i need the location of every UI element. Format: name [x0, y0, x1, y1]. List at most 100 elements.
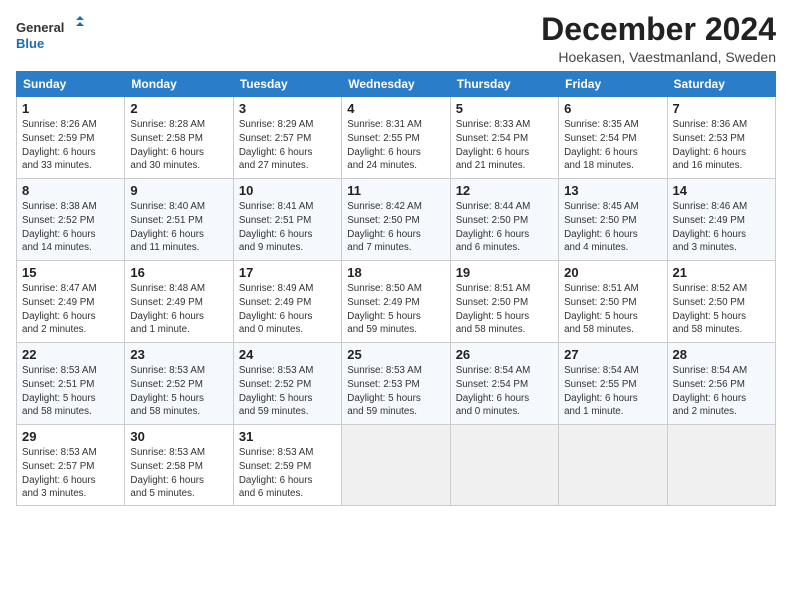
calendar-cell: 12 Sunrise: 8:44 AM Sunset: 2:50 PM Dayli… — [450, 179, 558, 261]
logo: General Blue — [16, 16, 86, 54]
day-info: Sunrise: 8:38 AM Sunset: 2:52 PM Dayligh… — [22, 200, 119, 255]
day-number: 9 — [130, 183, 227, 198]
day-info: Sunrise: 8:40 AM Sunset: 2:51 PM Dayligh… — [130, 200, 227, 255]
day-number: 16 — [130, 265, 227, 280]
day-info: Sunrise: 8:29 AM Sunset: 2:57 PM Dayligh… — [239, 118, 336, 173]
page: General Blue December 2024 Hoekasen, Vae… — [0, 0, 792, 514]
day-number: 29 — [22, 429, 119, 444]
calendar-cell: 7Sunrise: 8:36 AM Sunset: 2:53 PM Daylig… — [667, 97, 775, 179]
svg-text:General: General — [16, 20, 64, 35]
day-info: Sunrise: 8:33 AM Sunset: 2:54 PM Dayligh… — [456, 118, 553, 173]
calendar-cell: 10 Sunrise: 8:41 AM Sunset: 2:51 PM Dayli… — [233, 179, 341, 261]
day-number: 15 — [22, 265, 119, 280]
day-info: Sunrise: 8:54 AM Sunset: 2:54 PM Dayligh… — [456, 364, 553, 419]
day-info: Sunrise: 8:31 AM Sunset: 2:55 PM Dayligh… — [347, 118, 444, 173]
day-number: 12 — [456, 183, 553, 198]
day-info: Sunrise: 8:35 AM Sunset: 2:54 PM Dayligh… — [564, 118, 661, 173]
day-number: 13 — [564, 183, 661, 198]
day-info: Sunrise: 8:53 AM Sunset: 2:51 PM Dayligh… — [22, 364, 119, 419]
calendar-cell: 22 Sunrise: 8:53 AM Sunset: 2:51 PM Dayli… — [17, 343, 125, 425]
day-number: 6 — [564, 101, 661, 116]
day-number: 2 — [130, 101, 227, 116]
calendar-cell: 1 Sunrise: 8:26 AM Sunset: 2:59 PM Daylig… — [17, 97, 125, 179]
day-info: Sunrise: 8:53 AM Sunset: 2:52 PM Dayligh… — [239, 364, 336, 419]
weekday-header: Monday — [125, 72, 233, 97]
calendar-cell: 23Sunrise: 8:53 AM Sunset: 2:52 PM Dayli… — [125, 343, 233, 425]
calendar-cell — [342, 425, 450, 506]
day-info: Sunrise: 8:53 AM Sunset: 2:59 PM Dayligh… — [239, 446, 336, 501]
svg-text:Blue: Blue — [16, 36, 44, 51]
calendar-header-row: SundayMondayTuesdayWednesdayThursdayFrid… — [17, 72, 776, 97]
day-info: Sunrise: 8:52 AM Sunset: 2:50 PM Dayligh… — [673, 282, 770, 337]
calendar-cell: 8 Sunrise: 8:38 AM Sunset: 2:52 PM Daylig… — [17, 179, 125, 261]
weekday-header: Saturday — [667, 72, 775, 97]
day-info: Sunrise: 8:41 AM Sunset: 2:51 PM Dayligh… — [239, 200, 336, 255]
month-title: December 2024 — [541, 12, 776, 47]
calendar-cell: 26 Sunrise: 8:54 AM Sunset: 2:54 PM Dayli… — [450, 343, 558, 425]
calendar-cell — [667, 425, 775, 506]
day-number: 27 — [564, 347, 661, 362]
day-info: Sunrise: 8:42 AM Sunset: 2:50 PM Dayligh… — [347, 200, 444, 255]
calendar-cell: 11Sunrise: 8:42 AM Sunset: 2:50 PM Dayli… — [342, 179, 450, 261]
calendar-body: 1 Sunrise: 8:26 AM Sunset: 2:59 PM Daylig… — [17, 97, 776, 506]
day-info: Sunrise: 8:26 AM Sunset: 2:59 PM Dayligh… — [22, 118, 119, 173]
calendar-cell: 24 Sunrise: 8:53 AM Sunset: 2:52 PM Dayli… — [233, 343, 341, 425]
day-info: Sunrise: 8:54 AM Sunset: 2:55 PM Dayligh… — [564, 364, 661, 419]
calendar-week-row: 29 Sunrise: 8:53 AM Sunset: 2:57 PM Dayli… — [17, 425, 776, 506]
calendar-cell: 3 Sunrise: 8:29 AM Sunset: 2:57 PM Daylig… — [233, 97, 341, 179]
day-number: 14 — [673, 183, 770, 198]
day-number: 19 — [456, 265, 553, 280]
title-area: December 2024 Hoekasen, Vaestmanland, Sw… — [541, 12, 776, 65]
calendar-cell: 5Sunrise: 8:33 AM Sunset: 2:54 PM Daylig… — [450, 97, 558, 179]
day-number: 25 — [347, 347, 444, 362]
day-info: Sunrise: 8:48 AM Sunset: 2:49 PM Dayligh… — [130, 282, 227, 337]
calendar-week-row: 8 Sunrise: 8:38 AM Sunset: 2:52 PM Daylig… — [17, 179, 776, 261]
day-number: 22 — [22, 347, 119, 362]
day-number: 24 — [239, 347, 336, 362]
calendar-cell: 17Sunrise: 8:49 AM Sunset: 2:49 PM Dayli… — [233, 261, 341, 343]
day-number: 18 — [347, 265, 444, 280]
day-info: Sunrise: 8:51 AM Sunset: 2:50 PM Dayligh… — [456, 282, 553, 337]
day-number: 8 — [22, 183, 119, 198]
day-info: Sunrise: 8:47 AM Sunset: 2:49 PM Dayligh… — [22, 282, 119, 337]
calendar-cell: 15 Sunrise: 8:47 AM Sunset: 2:49 PM Dayli… — [17, 261, 125, 343]
day-info: Sunrise: 8:49 AM Sunset: 2:49 PM Dayligh… — [239, 282, 336, 337]
calendar-cell: 13 Sunrise: 8:45 AM Sunset: 2:50 PM Dayli… — [559, 179, 667, 261]
weekday-header: Thursday — [450, 72, 558, 97]
calendar-cell: 19 Sunrise: 8:51 AM Sunset: 2:50 PM Dayli… — [450, 261, 558, 343]
calendar-cell: 9 Sunrise: 8:40 AM Sunset: 2:51 PM Daylig… — [125, 179, 233, 261]
weekday-header: Sunday — [17, 72, 125, 97]
location: Hoekasen, Vaestmanland, Sweden — [541, 49, 776, 65]
calendar-cell: 31Sunrise: 8:53 AM Sunset: 2:59 PM Dayli… — [233, 425, 341, 506]
day-info: Sunrise: 8:53 AM Sunset: 2:57 PM Dayligh… — [22, 446, 119, 501]
day-number: 21 — [673, 265, 770, 280]
calendar-cell: 16 Sunrise: 8:48 AM Sunset: 2:49 PM Dayli… — [125, 261, 233, 343]
calendar-cell: 28 Sunrise: 8:54 AM Sunset: 2:56 PM Dayli… — [667, 343, 775, 425]
day-info: Sunrise: 8:44 AM Sunset: 2:50 PM Dayligh… — [456, 200, 553, 255]
logo-svg: General Blue — [16, 16, 86, 54]
day-number: 3 — [239, 101, 336, 116]
weekday-header: Tuesday — [233, 72, 341, 97]
day-info: Sunrise: 8:53 AM Sunset: 2:53 PM Dayligh… — [347, 364, 444, 419]
day-number: 28 — [673, 347, 770, 362]
day-number: 26 — [456, 347, 553, 362]
day-info: Sunrise: 8:45 AM Sunset: 2:50 PM Dayligh… — [564, 200, 661, 255]
day-info: Sunrise: 8:54 AM Sunset: 2:56 PM Dayligh… — [673, 364, 770, 419]
calendar-cell: 14 Sunrise: 8:46 AM Sunset: 2:49 PM Dayli… — [667, 179, 775, 261]
weekday-header: Wednesday — [342, 72, 450, 97]
day-info: Sunrise: 8:46 AM Sunset: 2:49 PM Dayligh… — [673, 200, 770, 255]
day-info: Sunrise: 8:50 AM Sunset: 2:49 PM Dayligh… — [347, 282, 444, 337]
day-number: 1 — [22, 101, 119, 116]
calendar-cell: 27 Sunrise: 8:54 AM Sunset: 2:55 PM Dayli… — [559, 343, 667, 425]
calendar-week-row: 15 Sunrise: 8:47 AM Sunset: 2:49 PM Dayli… — [17, 261, 776, 343]
calendar-cell: 30Sunrise: 8:53 AM Sunset: 2:58 PM Dayli… — [125, 425, 233, 506]
calendar-cell — [559, 425, 667, 506]
weekday-header: Friday — [559, 72, 667, 97]
day-number: 10 — [239, 183, 336, 198]
calendar-cell: 29 Sunrise: 8:53 AM Sunset: 2:57 PM Dayli… — [17, 425, 125, 506]
calendar-cell: 25 Sunrise: 8:53 AM Sunset: 2:53 PM Dayli… — [342, 343, 450, 425]
day-info: Sunrise: 8:53 AM Sunset: 2:58 PM Dayligh… — [130, 446, 227, 501]
calendar-cell: 20Sunrise: 8:51 AM Sunset: 2:50 PM Dayli… — [559, 261, 667, 343]
calendar-cell: 18 Sunrise: 8:50 AM Sunset: 2:49 PM Dayli… — [342, 261, 450, 343]
calendar-week-row: 22 Sunrise: 8:53 AM Sunset: 2:51 PM Dayli… — [17, 343, 776, 425]
